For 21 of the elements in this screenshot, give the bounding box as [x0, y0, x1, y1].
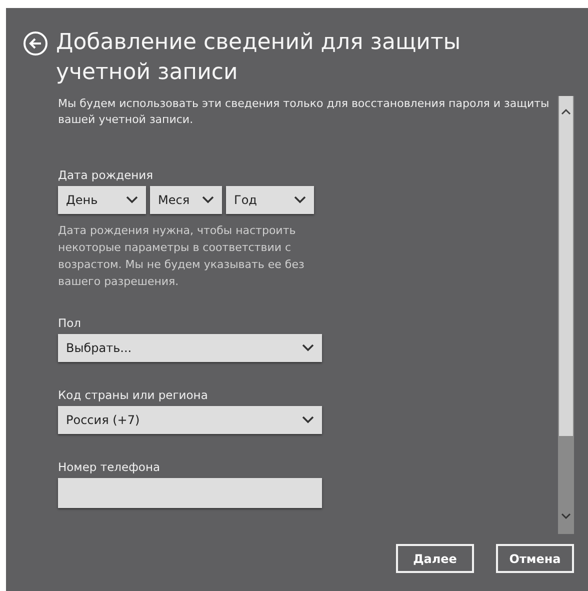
chevron-down-icon [202, 196, 214, 204]
chevron-down-icon [294, 196, 306, 204]
field-label: Номер телефона [58, 460, 162, 474]
field-label: Код страны или региона [58, 388, 209, 402]
input-field[interactable] [58, 478, 322, 508]
scrollbar[interactable] [558, 96, 574, 534]
chevron-down-icon [302, 416, 314, 424]
chevron-down-icon [302, 344, 314, 352]
field-label: Пол [58, 316, 82, 330]
next-button[interactable]: Далее [396, 544, 474, 573]
chevron-down-icon [126, 196, 138, 204]
page-title: Добавление сведений для защиты учетной записи [56, 29, 462, 87]
dropdown[interactable]: Выбрать... [58, 334, 322, 362]
hint-text: Дата рождения нужна, чтобы настроить некоторые параметры в соответствии с возрастом. Мы не будем указывать ее без вашего разрешения. [58, 223, 306, 290]
field-label: Дата рождения [58, 168, 154, 182]
cancel-button[interactable]: Отмена [496, 544, 574, 573]
date-dropdown[interactable]: Меся [150, 186, 222, 214]
date-dropdown[interactable]: День [58, 186, 146, 214]
dropdown[interactable]: Россия (+7) [58, 406, 322, 434]
date-dropdown[interactable]: Год [226, 186, 314, 214]
description-text: Мы будем использовать эти сведения только для восстановления пароля и защиты вашей учетной записи. [58, 96, 550, 128]
